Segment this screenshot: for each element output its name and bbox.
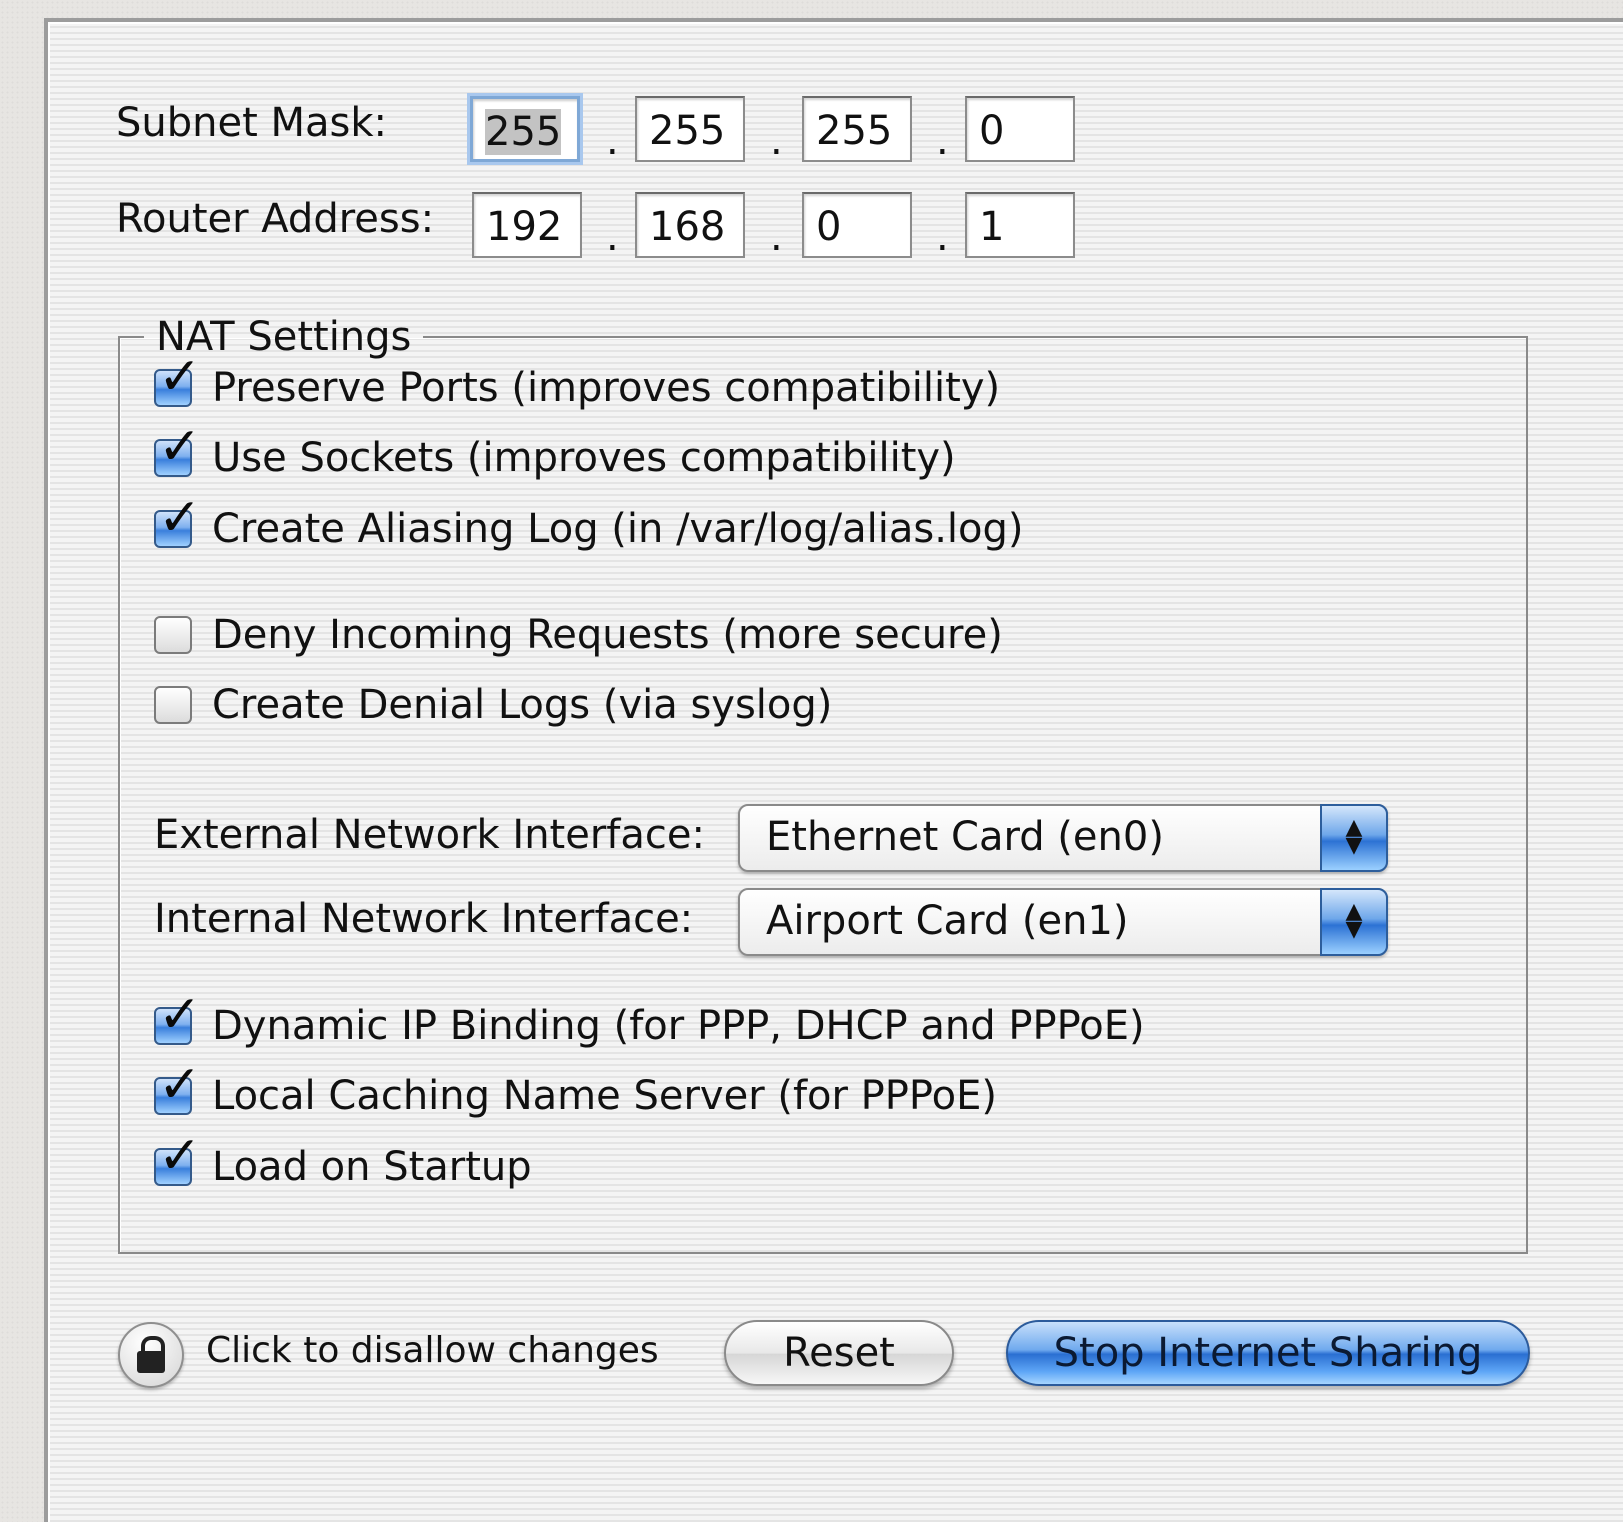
- checkbox-label: Dynamic IP Binding (for PPP, DHCP and PP…: [212, 1003, 1145, 1049]
- checkbox[interactable]: ✓: [154, 492, 202, 548]
- router-address-label: Router Address:: [116, 196, 435, 242]
- checkmark-icon: ✓: [158, 347, 202, 407]
- checkbox-label: Preserve Ports (improves compatibility): [212, 365, 1001, 411]
- checkmark-icon: ✓: [158, 1126, 202, 1186]
- subnet-octet-1[interactable]: 255: [470, 96, 580, 162]
- checkbox[interactable]: ✓: [154, 1059, 202, 1115]
- up-down-arrows-icon: ▲ ▼: [1320, 804, 1388, 872]
- checkbox-label: Create Aliasing Log (in /var/log/alias.l…: [212, 506, 1024, 552]
- checkbox[interactable]: ✓: [154, 351, 202, 407]
- denial-logs-checkbox-row[interactable]: Create Denial Logs (via syslog): [154, 679, 832, 731]
- lock-icon[interactable]: [118, 1322, 184, 1388]
- external-interface-label: External Network Interface:: [154, 812, 705, 858]
- dynamic-ip-binding-checkbox-row[interactable]: ✓ Dynamic IP Binding (for PPP, DHCP and …: [154, 989, 1145, 1052]
- separator-dot: .: [936, 214, 949, 260]
- separator-dot: .: [936, 118, 949, 164]
- lock-status-text: Click to disallow changes: [206, 1330, 659, 1371]
- checkbox-label: Deny Incoming Requests (more secure): [212, 612, 1003, 658]
- subnet-mask-label: Subnet Mask:: [116, 100, 387, 146]
- checkbox-label: Load on Startup: [212, 1144, 532, 1190]
- checkbox[interactable]: ✓: [154, 421, 202, 477]
- checkbox[interactable]: ✓: [154, 989, 202, 1045]
- internal-interface-popup[interactable]: Airport Card (en1) ▲ ▼: [738, 888, 1388, 956]
- stop-internet-sharing-button[interactable]: Stop Internet Sharing: [1006, 1320, 1530, 1386]
- preferences-panel: Subnet Mask: 255 . 255 . 255 . 0 Router …: [44, 18, 1623, 1522]
- router-octet-3[interactable]: 0: [802, 192, 912, 258]
- separator-dot: .: [606, 214, 619, 260]
- up-down-arrows-icon: ▲ ▼: [1320, 888, 1388, 956]
- checkmark-icon: ✓: [158, 1055, 202, 1115]
- aliasing-log-checkbox-row[interactable]: ✓ Create Aliasing Log (in /var/log/alias…: [154, 492, 1024, 555]
- subnet-octet-2[interactable]: 255: [635, 96, 745, 162]
- checkbox-label: Create Denial Logs (via syslog): [212, 682, 833, 728]
- checkmark-icon: ✓: [158, 417, 202, 477]
- reset-button[interactable]: Reset: [724, 1320, 954, 1386]
- checkbox[interactable]: [154, 686, 192, 724]
- internal-interface-label: Internal Network Interface:: [154, 896, 694, 942]
- internal-interface-value: Airport Card (en1): [766, 898, 1129, 944]
- separator-dot: .: [606, 118, 619, 164]
- checkbox-label: Local Caching Name Server (for PPPoE): [212, 1073, 997, 1119]
- checkmark-icon: ✓: [158, 985, 202, 1045]
- checkmark-icon: ✓: [158, 488, 202, 548]
- deny-incoming-checkbox-row[interactable]: Deny Incoming Requests (more secure): [154, 609, 1003, 661]
- checkbox[interactable]: ✓: [154, 1130, 202, 1186]
- preserve-ports-checkbox-row[interactable]: ✓ Preserve Ports (improves compatibility…: [154, 351, 1001, 414]
- checkbox-label: Use Sockets (improves compatibility): [212, 435, 956, 481]
- load-on-startup-checkbox-row[interactable]: ✓ Load on Startup: [154, 1130, 532, 1193]
- checkbox[interactable]: [154, 616, 192, 654]
- router-octet-2[interactable]: 168: [635, 192, 745, 258]
- separator-dot: .: [770, 214, 783, 260]
- subnet-octet-4[interactable]: 0: [965, 96, 1075, 162]
- subnet-octet-3[interactable]: 255: [802, 96, 912, 162]
- router-octet-1[interactable]: 192: [472, 192, 582, 258]
- external-interface-popup[interactable]: Ethernet Card (en0) ▲ ▼: [738, 804, 1388, 872]
- external-interface-value: Ethernet Card (en0): [766, 814, 1164, 860]
- separator-dot: .: [770, 118, 783, 164]
- router-octet-4[interactable]: 1: [965, 192, 1075, 258]
- local-caching-name-server-checkbox-row[interactable]: ✓ Local Caching Name Server (for PPPoE): [154, 1059, 997, 1122]
- use-sockets-checkbox-row[interactable]: ✓ Use Sockets (improves compatibility): [154, 421, 956, 484]
